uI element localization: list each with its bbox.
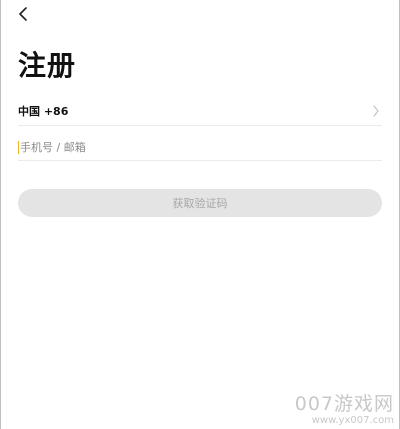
chevron-right-icon <box>370 105 382 117</box>
country-code-label: 中国 +86 <box>18 105 69 118</box>
watermark-logo-text: 007游戏网 <box>294 393 394 415</box>
phone-email-input[interactable] <box>20 140 382 154</box>
text-cursor <box>18 140 19 154</box>
page-title: 注册 <box>18 49 77 82</box>
chevron-left-icon <box>19 7 27 21</box>
window-edge-left <box>0 0 1 429</box>
site-watermark: 007游戏网 www.yx007.com <box>295 393 394 427</box>
back-button[interactable] <box>14 4 34 24</box>
account-field[interactable] <box>18 134 382 161</box>
get-verification-code-button[interactable]: 获取验证码 <box>18 189 382 217</box>
watermark-url: www.yx007.com <box>311 415 394 426</box>
country-code-selector[interactable]: 中国 +86 <box>18 97 382 126</box>
